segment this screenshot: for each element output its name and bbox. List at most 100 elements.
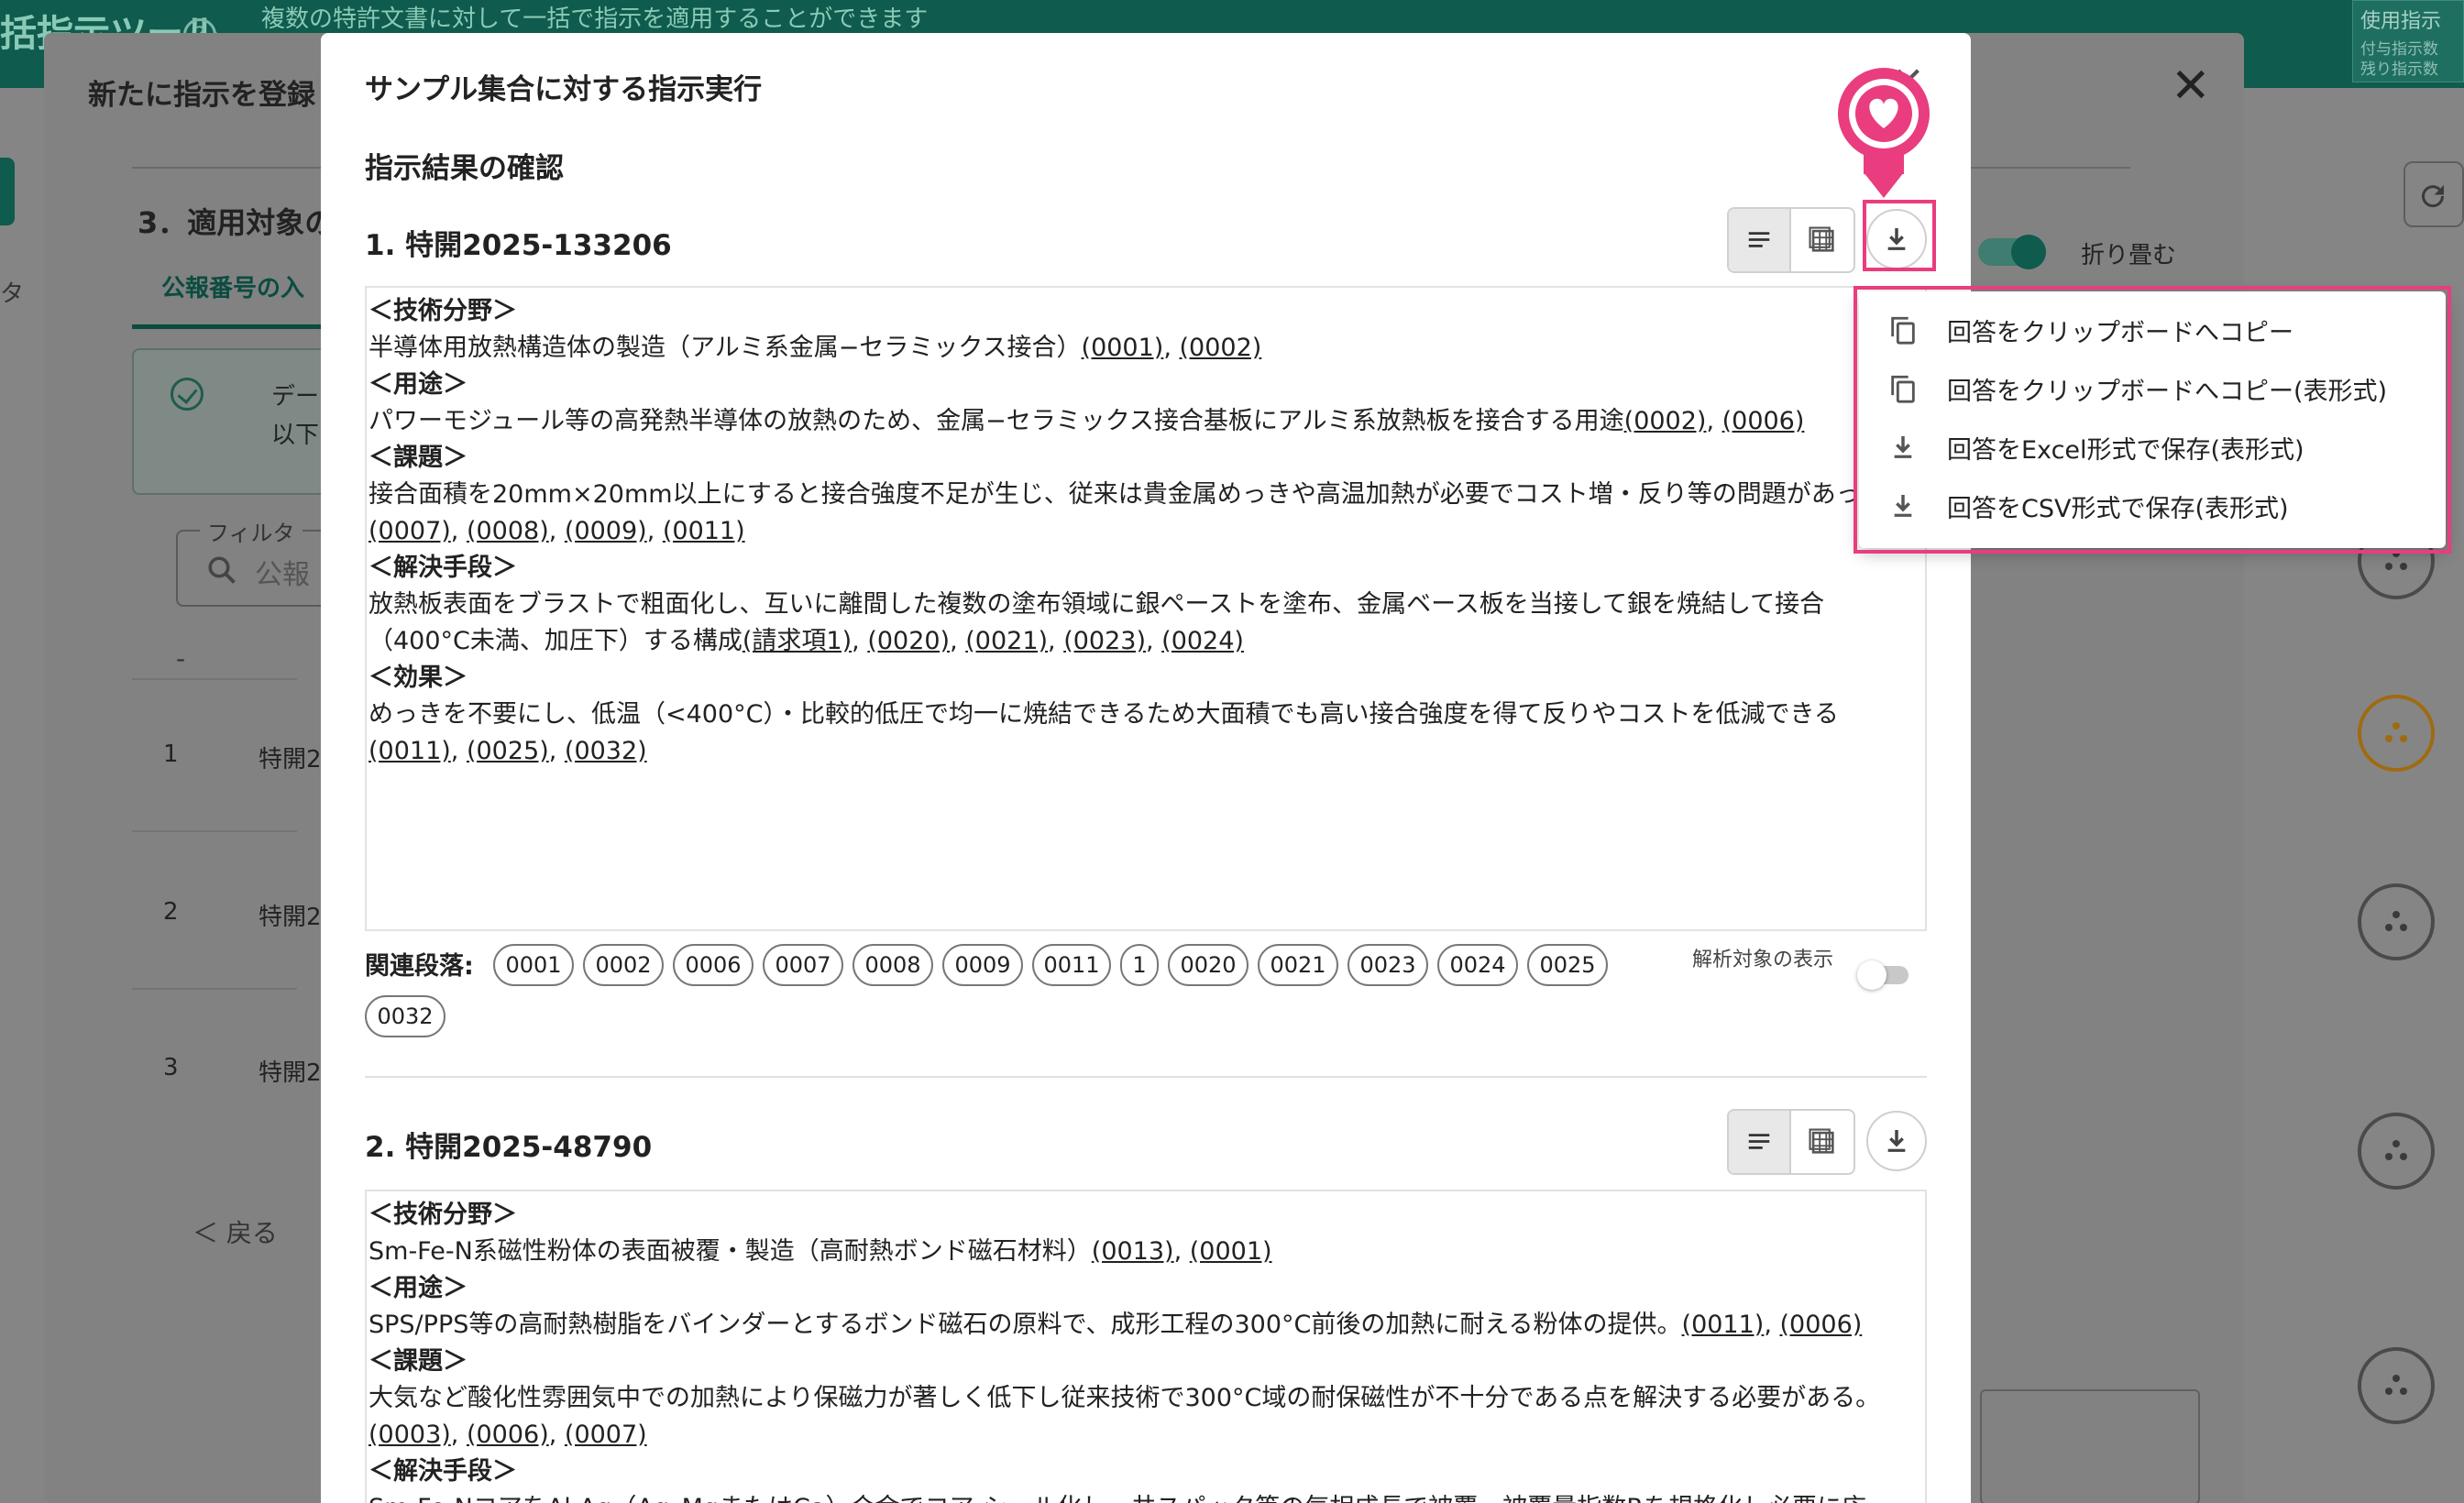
table-row-value: 特開2 [258,904,322,931]
status-circle[interactable] [2358,883,2435,960]
paragraph-chip[interactable]: 0023 [1348,944,1428,986]
table-view-button[interactable] [1791,209,1854,271]
paragraph-chip[interactable]: 0008 [852,944,933,986]
paragraph-chip[interactable]: 0032 [365,995,446,1037]
paragraph-chip[interactable]: 0020 [1168,944,1248,986]
status-circle[interactable] [2358,1347,2435,1424]
fold-label: 折り畳む [2081,242,2177,269]
paragraph-chip[interactable]: 1 [1120,944,1159,986]
document-header: 2. 特開2025-48790 [365,1131,653,1164]
bottom-input-box[interactable] [1980,1389,2200,1503]
section-text: 接合面積を20mm×20mm以上にすると接合強度不足が生じ、従来は貴金属めっきや… [368,480,1886,509]
highlight-frame-dropdown-menu [1854,286,2451,554]
left-nav-accent [0,158,15,225]
ref-link[interactable]: (0023) [1063,627,1146,655]
ref-link[interactable]: (0020) [867,627,950,655]
table-icon [1809,1128,1834,1154]
paragraph-chip[interactable]: 0021 [1258,944,1338,986]
ref-link[interactable]: (0013) [1092,1237,1174,1266]
usage-line-2: 残り指示数 [2360,60,2438,79]
ref-link[interactable]: (0025) [467,737,549,765]
instruction-execution-dialog: サンプル集合に対する指示実行 ✕ 指示結果の確認 1. 特開2025-13320… [321,33,1971,1503]
ref-link[interactable]: (0002) [1180,334,1262,362]
section-text: 大気など酸化性雰囲気中での加熱により保磁力が著しく低下し従来技術で300°C域の… [368,1384,1881,1412]
table-row-number: 3 [163,1054,179,1081]
ref-link[interactable]: (0032) [565,737,647,765]
table-view-button[interactable] [1791,1111,1854,1173]
ref-link[interactable]: (0009) [565,517,647,545]
text-lines-icon [1748,232,1770,247]
section-body: めっきを不要にし、低温（<400°C）・比較的低圧で均一に焼結できるため大面積で… [368,700,1839,765]
ref-link[interactable]: (0001) [1082,334,1164,362]
section-heading: ＜解決手段＞ [368,1457,517,1486]
row-divider [132,830,297,832]
fold-toggle[interactable] [1978,235,2046,269]
tab-indicator [132,324,343,329]
document-header: 1. 特開2025-133206 [365,229,672,262]
dialog-subtitle: 指示結果の確認 [365,152,564,185]
ref-link[interactable]: (0006) [467,1421,549,1449]
text-lines-icon [1748,1134,1770,1149]
paragraph-chip[interactable]: 0009 [942,944,1023,986]
ref-link[interactable]: (0021) [965,627,1048,655]
section-body: Sm-Fe-NコアをAl-Ag（Ag–MgまたはCa）合金でコア-シェル化し、井… [368,1490,1923,1503]
text-view-button[interactable] [1729,209,1792,271]
table-row-value: 特開2 [258,746,322,773]
tab-publication-number-input[interactable]: 公報番号の入 [161,269,304,303]
ref-link[interactable]: (0002) [1624,407,1707,435]
section-text: パワーモジュール等の高発熱半導体の放熱のため、金属−セラミックス接合基板にアルミ… [368,407,1624,435]
heart-pin-icon [1838,68,1930,198]
ref-link[interactable]: (0007) [368,517,451,545]
left-side-text: タ [0,280,25,308]
ref-link[interactable]: (0003) [368,1421,451,1449]
result-text-box: ＜技術分野＞ 半導体用放熱構造体の製造（アルミ系金属−セラミックス接合）(000… [365,286,1927,931]
section-text: Sm-Fe-N系磁性粉体の表面被覆・製造（高耐熱ボンド磁石材料） [368,1237,1092,1266]
usage-panel: 使用指示 付与指示数 残り指示数 [2352,0,2464,82]
section-text: SPS/PPS等の高耐熱樹脂をバインダーとするボンド磁石の原料で、成形工程の30… [368,1311,1682,1339]
ref-link[interactable]: (0024) [1161,627,1244,655]
section-heading: ＜用途＞ [368,370,468,399]
refresh-button[interactable] [2404,161,2464,227]
table-row-value: 特開2 [258,1059,322,1087]
download-menu-button[interactable] [1866,1111,1927,1171]
section-heading: ＜用途＞ [368,1274,468,1302]
paragraph-chip[interactable]: 0001 [493,944,574,986]
ref-link[interactable]: (請求項1) [742,627,852,655]
search-icon [208,556,236,584]
refresh-icon [2422,185,2445,208]
section-heading: ＜効果＞ [368,664,468,692]
paragraph-chip[interactable]: 0024 [1437,944,1518,986]
result-text-box: ＜技術分野＞ Sm-Fe-N系磁性粉体の表面被覆・製造（高耐熱ボンド磁石材料）(… [365,1190,1927,1503]
ref-link[interactable]: (0011) [663,517,745,545]
text-view-button[interactable] [1729,1111,1792,1173]
paragraph-chip[interactable]: 0011 [1032,944,1111,986]
view-mode-toggle [1727,207,1855,273]
ref-link[interactable]: (0011) [368,737,451,765]
analysis-toggle[interactable] [1857,960,1908,990]
section-heading: ＜技術分野＞ [368,297,517,325]
chevron-left-icon: ＜ [192,1218,226,1248]
ref-link[interactable]: (0006) [1780,1311,1863,1339]
dots-icon [2385,911,2407,931]
register-dialog-close-icon[interactable]: ✕ [2171,62,2211,110]
dots-icon [2385,1375,2407,1395]
paragraph-chip[interactable]: 0006 [673,944,754,986]
app-description: 複数の特許文書に対して一括で指示を適用することができます [261,5,929,33]
status-circle[interactable] [2358,1113,2435,1190]
row-divider [132,988,297,990]
back-button[interactable]: ＜ 戻る [192,1213,278,1250]
ref-link[interactable]: (0011) [1682,1311,1765,1339]
status-circle-processing[interactable] [2358,695,2435,772]
paragraph-chip[interactable]: 0025 [1527,944,1608,986]
column-header-dash: - [176,643,186,674]
table-row-number: 2 [163,898,179,926]
ref-link[interactable]: (0008) [467,517,549,545]
ref-link[interactable]: (0006) [1722,407,1805,435]
ref-link[interactable]: (0007) [565,1421,647,1449]
paragraph-chip[interactable]: 0002 [583,944,664,986]
paragraph-chip[interactable]: 0007 [763,944,843,986]
ref-link[interactable]: (0001) [1190,1237,1272,1266]
register-dialog-title: 新たに指示を登録 [88,79,315,112]
download-icon [1887,1130,1906,1152]
section-body: 接合面積を20mm×20mm以上にすると接合強度不足が生じ、従来は貴金属めっきや… [368,480,1886,545]
